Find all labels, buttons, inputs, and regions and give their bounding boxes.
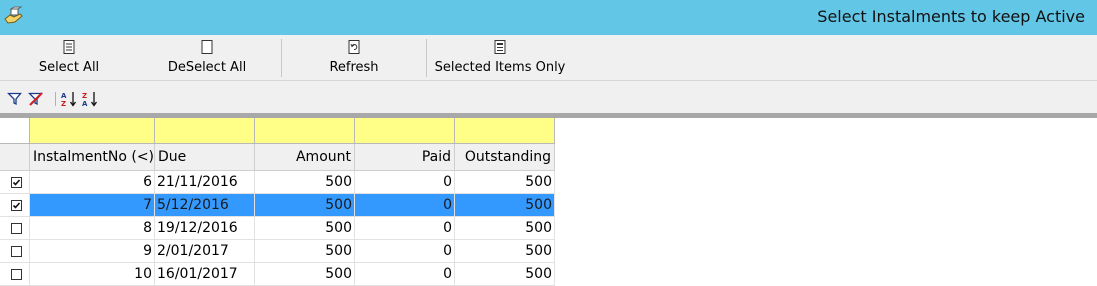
table-row[interactable]: 7 5/12/2016 500 0 500 xyxy=(0,194,555,217)
cell-outstanding[interactable]: 500 xyxy=(455,171,555,194)
cell-outstanding[interactable]: 500 xyxy=(455,217,555,240)
instalments-grid: InstalmentNo (<) Due Amount Paid Outstan… xyxy=(0,118,1097,286)
header-due[interactable]: Due xyxy=(155,144,255,171)
toolbar-divider xyxy=(281,39,282,77)
table-row[interactable]: 6 21/11/2016 500 0 500 xyxy=(0,171,555,194)
svg-text:A: A xyxy=(82,100,88,107)
filter-cell-outstanding[interactable] xyxy=(455,118,555,144)
cell-amount[interactable]: 500 xyxy=(255,171,355,194)
select-all-label: Select All xyxy=(38,60,100,75)
title-bar: Select Instalments to keep Active xyxy=(0,0,1097,35)
cell-amount[interactable]: 500 xyxy=(255,240,355,263)
deselect-all-button[interactable]: DeSelect All xyxy=(146,35,268,81)
filter-row-selector xyxy=(0,118,30,144)
svg-text:Z: Z xyxy=(61,100,66,107)
header-amount[interactable]: Amount xyxy=(255,144,355,171)
grid-header-row: InstalmentNo (<) Due Amount Paid Outstan… xyxy=(0,144,555,171)
selected-items-only-button[interactable]: Selected Items Only xyxy=(430,35,570,81)
hand-with-box-icon[interactable] xyxy=(2,6,24,28)
filter-cell-instalmentno[interactable] xyxy=(30,118,155,144)
cell-amount[interactable]: 500 xyxy=(255,263,355,286)
cell-outstanding[interactable]: 500 xyxy=(455,240,555,263)
row-checkbox-cell xyxy=(0,171,30,194)
cell-paid[interactable]: 0 xyxy=(355,240,455,263)
window-title: Select Instalments to keep Active xyxy=(817,7,1085,26)
deselect-all-icon xyxy=(201,40,213,54)
row-checkbox[interactable] xyxy=(11,177,22,188)
row-checkbox-cell xyxy=(0,263,30,286)
row-checkbox[interactable] xyxy=(11,269,22,280)
refresh-button[interactable]: Refresh xyxy=(293,35,415,81)
cell-due[interactable]: 21/11/2016 xyxy=(155,171,255,194)
filter-cell-due[interactable] xyxy=(155,118,255,144)
toolbar-divider xyxy=(426,39,427,77)
row-checkbox-cell xyxy=(0,240,30,263)
header-paid[interactable]: Paid xyxy=(355,144,455,171)
cell-paid[interactable]: 0 xyxy=(355,171,455,194)
header-instalmentno[interactable]: InstalmentNo (<) xyxy=(30,144,155,171)
table-row[interactable]: 8 19/12/2016 500 0 500 xyxy=(0,217,555,240)
grid-filter-row xyxy=(0,118,555,144)
cell-instalmentno[interactable]: 6 xyxy=(30,171,155,194)
selected-items-icon xyxy=(494,40,506,54)
cell-outstanding[interactable]: 500 xyxy=(455,194,555,217)
row-checkbox[interactable] xyxy=(11,246,22,257)
cell-paid[interactable]: 0 xyxy=(355,263,455,286)
refresh-label: Refresh xyxy=(329,60,379,75)
cell-paid[interactable]: 0 xyxy=(355,194,455,217)
filter-icon[interactable] xyxy=(7,91,23,107)
deselect-all-label: DeSelect All xyxy=(167,60,247,75)
filter-cell-paid[interactable] xyxy=(355,118,455,144)
filterbar-divider xyxy=(55,92,56,106)
refresh-icon xyxy=(348,40,360,54)
table-row[interactable]: 9 2/01/2017 500 0 500 xyxy=(0,240,555,263)
cell-instalmentno[interactable]: 8 xyxy=(30,217,155,240)
filter-cell-amount[interactable] xyxy=(255,118,355,144)
sort-descending-icon[interactable]: Z A xyxy=(82,91,98,107)
cell-outstanding[interactable]: 500 xyxy=(455,263,555,286)
table-row[interactable]: 10 16/01/2017 500 0 500 xyxy=(0,263,555,286)
svg-text:Z: Z xyxy=(82,92,87,100)
row-checkbox[interactable] xyxy=(11,223,22,234)
toolbar: Select All DeSelect All Refresh Selected… xyxy=(0,35,1097,81)
cell-due[interactable]: 2/01/2017 xyxy=(155,240,255,263)
clear-filter-icon[interactable] xyxy=(28,91,44,107)
cell-due[interactable]: 19/12/2016 xyxy=(155,217,255,240)
row-checkbox-cell xyxy=(0,194,30,217)
sort-ascending-icon[interactable]: A Z xyxy=(61,91,77,107)
row-checkbox[interactable] xyxy=(11,200,22,211)
svg-text:A: A xyxy=(61,92,67,100)
cell-due[interactable]: 16/01/2017 xyxy=(155,263,255,286)
select-all-button[interactable]: Select All xyxy=(8,35,130,81)
row-checkbox-cell xyxy=(0,217,30,240)
header-checkbox-column xyxy=(0,144,30,171)
select-all-icon xyxy=(63,40,75,54)
cell-instalmentno[interactable]: 7 xyxy=(30,194,155,217)
cell-amount[interactable]: 500 xyxy=(255,217,355,240)
selected-items-only-label: Selected Items Only xyxy=(434,60,566,75)
filter-sort-bar: A Z Z A xyxy=(0,81,1097,113)
cell-instalmentno[interactable]: 9 xyxy=(30,240,155,263)
cell-instalmentno[interactable]: 10 xyxy=(30,263,155,286)
cell-amount[interactable]: 500 xyxy=(255,194,355,217)
cell-paid[interactable]: 0 xyxy=(355,217,455,240)
header-outstanding[interactable]: Outstanding xyxy=(455,144,555,171)
cell-due[interactable]: 5/12/2016 xyxy=(155,194,255,217)
